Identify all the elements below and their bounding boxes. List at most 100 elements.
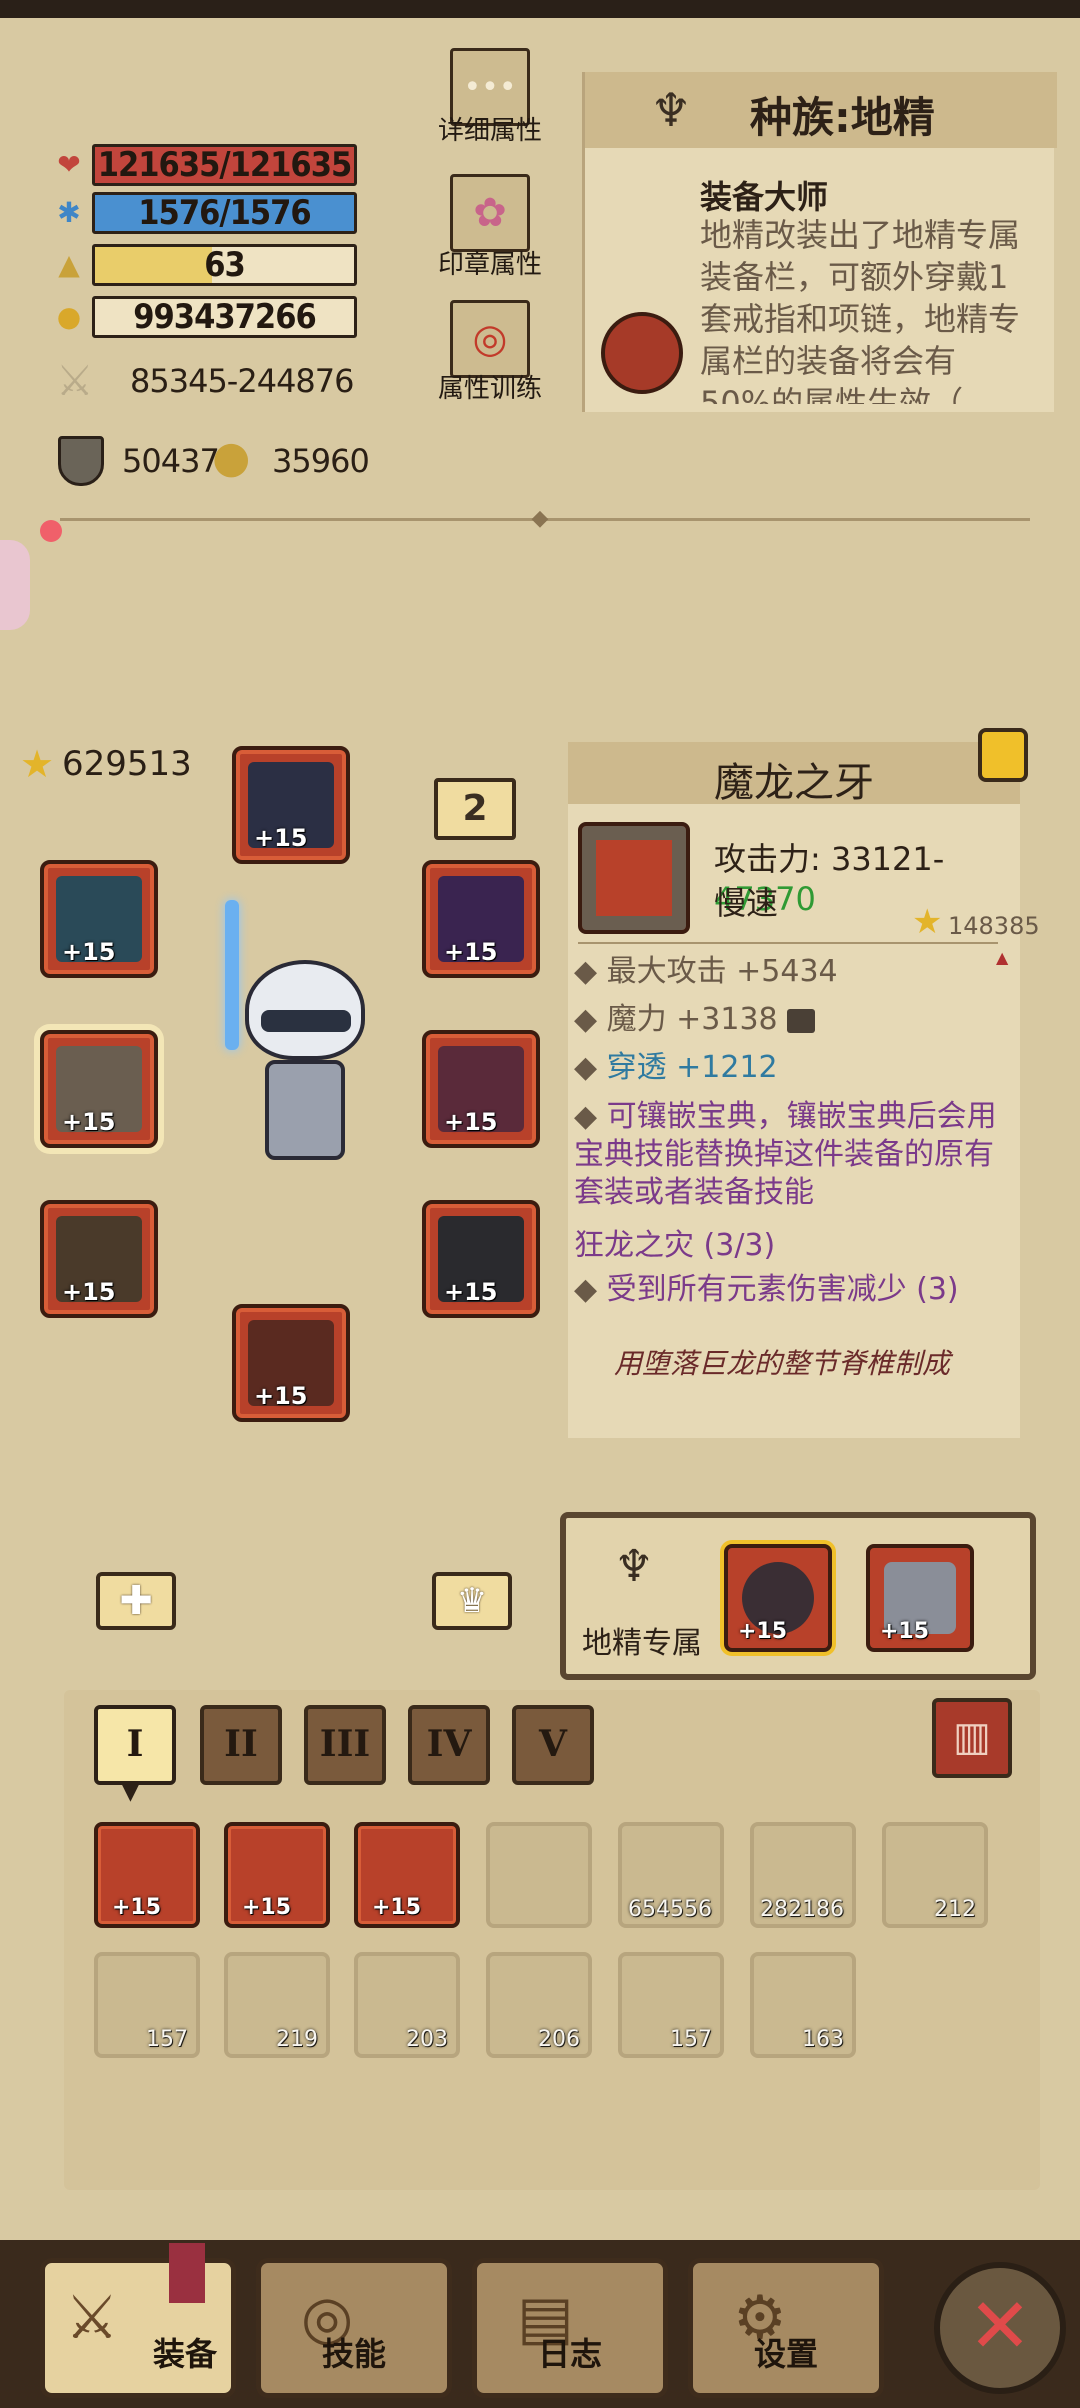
bag-tab-5[interactable]: V (512, 1705, 594, 1785)
detail-attributes-label: 详细属性 (437, 116, 542, 146)
equip-slot-armor[interactable]: +15 (422, 1030, 540, 1148)
gold-icon: ● (56, 300, 82, 333)
amulet-plus: +15 (62, 938, 116, 966)
bag-item[interactable]: +15 (94, 1822, 200, 1928)
bag-item-count: 206 (538, 2027, 580, 2052)
goblin-ring-plus: +15 (738, 1619, 788, 1644)
nav-skill[interactable]: ◎ 技能 (256, 2258, 452, 2398)
nav-equip[interactable]: ⚔ 装备 (40, 2243, 236, 2398)
nav-settings-label: 设置 (753, 2335, 818, 2373)
slot-badge[interactable]: 2 (434, 778, 516, 840)
equip-slot-weapon[interactable]: +15 (40, 1030, 158, 1148)
bag-item[interactable]: 157 (94, 1952, 200, 2058)
bag-item-count: 219 (276, 2027, 318, 2052)
goblin-necklace-slot[interactable]: +15 (866, 1544, 974, 1652)
bag-item-count: 212 (934, 1897, 976, 1922)
bag-item-count: 157 (146, 2027, 188, 2052)
bag-item[interactable]: 282186 (750, 1822, 856, 1928)
race-emblem-icon: ♆ (650, 83, 692, 137)
bag-tab-4[interactable]: IV (408, 1705, 490, 1785)
close-icon: ✕ (968, 2281, 1032, 2370)
attribute-training-label: 属性训练 (437, 374, 542, 404)
bag-item-plus: +15 (372, 1895, 422, 1920)
goblin-ring-slot[interactable]: +15 (724, 1544, 832, 1652)
bag-tab-3[interactable]: III (304, 1705, 386, 1785)
equip-slot-ring[interactable]: +15 (422, 860, 540, 978)
equip-slot-helmet[interactable]: +15 (232, 746, 350, 864)
image-icon[interactable] (787, 1008, 816, 1033)
bag-item[interactable]: 219 (224, 1952, 330, 2058)
bag-item[interactable] (486, 1822, 592, 1928)
bag-item[interactable]: +15 (354, 1822, 460, 1928)
belt-plus: +15 (444, 1278, 498, 1306)
item-speed: 慢速 (714, 884, 779, 922)
bag-tab-2[interactable]: II (200, 1705, 282, 1785)
seal-attributes-button[interactable]: ✿ (450, 174, 530, 252)
level-icon: ▲ (58, 248, 80, 281)
ring-plus: +15 (444, 938, 498, 966)
robot-visor (261, 1010, 351, 1032)
close-button[interactable]: ✕ (934, 2262, 1066, 2394)
lock-icon[interactable] (978, 728, 1028, 782)
prop-max-attack-text: 最大攻击 +5434 (606, 954, 838, 989)
resist-icon: ● (212, 432, 251, 483)
attribute-training-button[interactable]: ◎ (450, 300, 530, 378)
item-score: 148385 (948, 912, 1040, 940)
prop-magic: ◆ 魔力 +3138 (574, 996, 1014, 1044)
goblin-toggle-button[interactable]: ♛ (432, 1572, 512, 1630)
bag-item[interactable]: 203 (354, 1952, 460, 2058)
power-star-icon: ★ (20, 742, 55, 786)
seal-attributes-label: 印章属性 (437, 250, 542, 280)
bag-item-count: 157 (670, 2027, 712, 2052)
mp-value: 1576/1576 (138, 193, 311, 233)
bag-item[interactable]: 654556 (618, 1822, 724, 1928)
bag-tab-1[interactable]: I (94, 1705, 176, 1785)
attack-label: 攻击力: 33121- (714, 840, 945, 878)
red-dot (40, 520, 62, 542)
character-sprite (215, 900, 385, 1190)
bag-item[interactable]: 212 (882, 1822, 988, 1928)
bag-item-plus: +15 (112, 1895, 162, 1920)
bag-item[interactable]: 157 (618, 1952, 724, 2058)
defense-value: 50437 (122, 442, 220, 480)
socket-desc-text: 可镶嵌宝典，镶嵌宝典后会用宝典技能替换掉这件装备的原有套装或者装备技能 (574, 1099, 997, 1210)
equip-slot-amulet[interactable]: +15 (40, 860, 158, 978)
bag-item-count: 203 (406, 2027, 448, 2052)
resist-value: 35960 (272, 442, 370, 480)
item-divider (578, 942, 998, 944)
sword-icon (225, 900, 239, 1050)
bag-item[interactable]: 163 (750, 1952, 856, 2058)
prop-magic-text: 魔力 +3138 (606, 1002, 778, 1037)
plus-icon: ✚ (119, 1578, 153, 1624)
prop-bullet: ◆ (574, 1050, 607, 1085)
divider-ornament: ◆ (531, 506, 549, 531)
item-props: ◆ 最大攻击 +5434 ◆ 魔力 +3138 ◆ 穿透 +1212 (574, 948, 1014, 1092)
nav-settings[interactable]: ⚙ 设置 (688, 2258, 884, 2398)
nav-log[interactable]: ▤ 日志 (472, 2258, 668, 2398)
bag-item-plus: +15 (242, 1895, 292, 1920)
active-tab-pointer: ▼ (122, 1780, 139, 1805)
bag-item-count: 282186 (760, 1897, 844, 1922)
trash-button[interactable]: ▥ (932, 1698, 1012, 1778)
add-button[interactable]: ✚ (96, 1572, 176, 1630)
equip-slot-boots[interactable]: +15 (232, 1304, 350, 1422)
equip-slot-belt[interactable]: +15 (422, 1200, 540, 1318)
bag-item[interactable]: 206 (486, 1952, 592, 2058)
robot-body (265, 1060, 345, 1160)
weapon-plus: +15 (62, 1108, 116, 1136)
boots-plus: +15 (254, 1382, 308, 1410)
nav-equip-label: 装备 (152, 2335, 217, 2373)
bag-item[interactable]: +15 (224, 1822, 330, 1928)
prop-bullet: ◆ (574, 1272, 607, 1307)
equip-slot-gloves[interactable]: +15 (40, 1200, 158, 1318)
helmet-plus: +15 (254, 824, 308, 852)
magic-icon: ✱ (57, 196, 81, 229)
power-value: 629513 (62, 744, 192, 784)
nav-log-label: 日志 (537, 2335, 602, 2373)
left-tab-handle[interactable] (0, 540, 30, 630)
mp-bar: 1576/1576 (92, 192, 357, 234)
trash-icon: ▥ (953, 1714, 991, 1760)
attack-value: 85345-244876 (130, 362, 354, 400)
set-bonus-text: 受到所有元素伤害减少 (3) (606, 1272, 959, 1307)
goblin-slots-panel: ♆ 地精专属 +15 +15 (560, 1512, 1036, 1680)
